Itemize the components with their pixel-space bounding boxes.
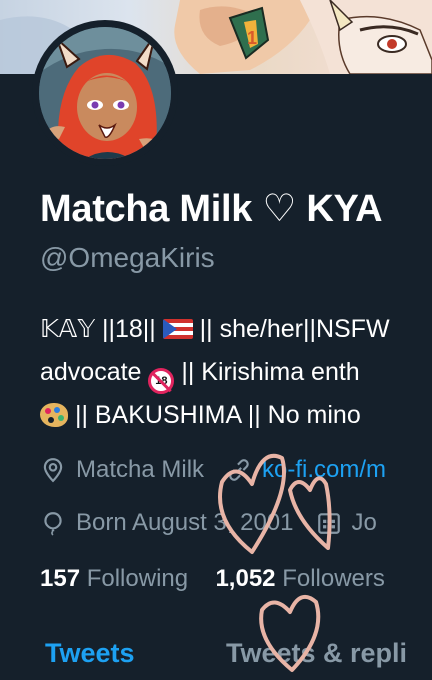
balloon-icon — [44, 512, 62, 536]
profile-birthday: Born August 3, 2001 — [76, 509, 294, 536]
location-pin-icon — [43, 458, 63, 483]
profile-joined: Jo — [351, 509, 377, 536]
profile-meta-row-1: Matcha Milk ko-fi.com/m — [40, 456, 386, 484]
bio-line-2-text-a: advocate — [40, 358, 149, 386]
profile-display-name: Matcha Milk ♡ KYA — [40, 186, 383, 231]
profile-location: Matcha Milk — [76, 456, 205, 483]
heart-icon: ♡ — [262, 188, 297, 230]
follow-stats: 157 Following 1,052 Followers — [40, 565, 385, 593]
avatar-image — [39, 27, 171, 159]
no-under-18-icon: 18 — [148, 368, 175, 394]
following-count: 157 — [40, 565, 81, 592]
artist-palette-icon — [40, 403, 68, 427]
badge-number: 1 — [247, 28, 257, 48]
bio-line-2-text-b: || Kirishima enth — [174, 358, 360, 386]
bio-line-1-text-b: || she/her||NSFW — [192, 315, 390, 343]
link-icon — [229, 459, 249, 481]
profile-tabs: Tweets Tweets & repli — [0, 618, 432, 680]
followers-count: 1,052 — [215, 565, 276, 592]
followers-label: Followers — [282, 565, 385, 592]
puerto-rico-flag-icon — [162, 319, 193, 339]
display-name-suffix: KYA — [306, 188, 383, 230]
following-link[interactable]: 157 Following — [40, 565, 195, 592]
profile-meta-row-2: Born August 3, 2001 Jo — [40, 509, 377, 537]
profile-handle: @OmegaKiris — [40, 242, 215, 273]
profile-bio: 𝕂𝔸𝕐 ||18|| || she/her||NSFW advocate 18 … — [40, 308, 390, 437]
followers-link[interactable]: 1,052 Followers — [215, 565, 384, 592]
avatar[interactable] — [32, 20, 178, 166]
bio-line-3-text-b: || BAKUSHIMA || No mino — [68, 401, 361, 429]
calendar-icon — [317, 513, 340, 534]
following-label: Following — [86, 565, 189, 592]
bio-line-2: advocate 18 || Kirishima enth — [40, 351, 390, 394]
bio-line-3: || BAKUSHIMA || No mino — [40, 394, 390, 437]
tab-tweets-and-replies[interactable]: Tweets & repli — [226, 638, 407, 669]
display-name-text: Matcha Milk — [40, 188, 253, 230]
bio-line-1-text-a: 𝕂𝔸𝕐 ||18|| — [40, 315, 163, 343]
tab-tweets[interactable]: Tweets — [45, 638, 135, 669]
bio-line-1: 𝕂𝔸𝕐 ||18|| || she/her||NSFW — [40, 308, 390, 351]
profile-website-link[interactable]: ko-fi.com/m — [262, 456, 386, 484]
